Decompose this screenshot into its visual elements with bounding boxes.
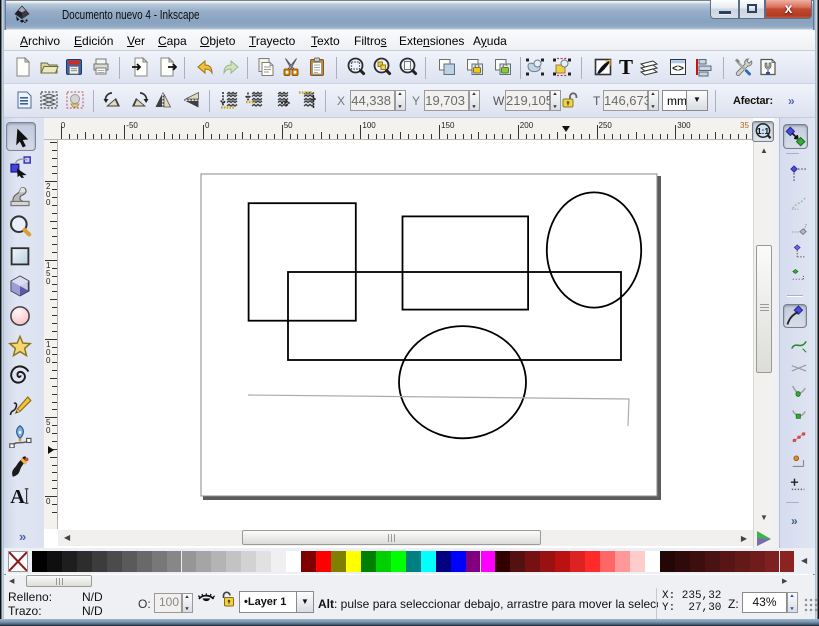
svg-text:T: T [619,57,633,77]
svg-text:<>: <> [672,64,684,75]
svg-text:1:1: 1:1 [757,126,770,136]
svg-text:A: A [10,486,25,508]
